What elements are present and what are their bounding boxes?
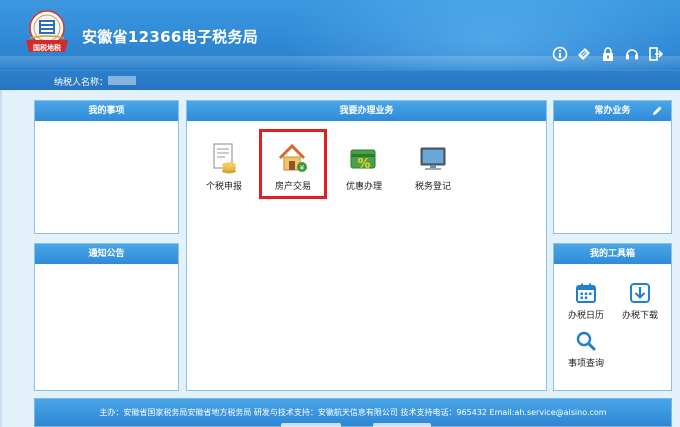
edit-icon[interactable] [651,105,663,117]
left-edge [0,90,3,427]
my-items-panel: 我的事项 [34,100,179,234]
biz-label-tax-registration: 税务登记 [414,182,451,192]
download-icon [630,283,650,303]
info-icon[interactable] [552,46,568,62]
svg-text:%: % [357,157,370,172]
headset-icon[interactable] [624,46,640,62]
footer: 主办：安徽省国家税务局安徽省地方税务局 研发与技术支持：安徽航天信息有限公司 技… [34,398,672,427]
computer-icon [420,147,446,170]
biz-item-preferential[interactable]: % 优惠办理 [333,141,395,192]
calendar-icon [576,283,596,303]
footer-decoration [373,423,431,427]
tool-item-search[interactable]: 事项查询 [556,330,616,369]
frequent-title: 常办业务 [554,101,671,121]
business-panel: 我要办理业务 个税申报 ¥ 房产交易 % 优惠办理 税务登记 [186,100,547,391]
tax-form-icon [213,143,236,174]
biz-label-personal-tax: 个税申报 [205,182,242,192]
tool-item-calendar[interactable]: 办税日历 [556,282,616,321]
taxpayer-name-value [108,76,136,85]
tool-label-calendar: 办税日历 [567,311,604,321]
ticket-icon[interactable] [576,46,592,62]
taxpayer-label: 纳税人名称： [54,78,109,88]
notices-panel: 通知公告 [34,243,179,391]
notices-title: 通知公告 [35,244,178,264]
biz-item-tax-registration[interactable]: 税务登记 [402,141,464,192]
discount-icon: % [350,149,376,172]
emblem-text: 国税地税 [33,44,61,52]
my-items-title: 我的事项 [35,101,178,121]
biz-item-personal-tax[interactable]: 个税申报 [193,141,255,192]
business-title: 我要办理业务 [187,101,546,121]
tool-item-download[interactable]: 办税下载 [610,282,670,321]
footer-decoration [281,423,341,427]
lock-icon[interactable] [600,46,616,62]
search-icon [576,331,596,351]
frequent-title-text: 常办业务 [594,106,631,116]
header: 国税地税 安徽省12366电子税务局 纳税人名称： [0,0,680,90]
taxpayer-bar: 纳税人名称： [0,70,680,90]
footer-text: 主办：安徽省国家税务局安徽省地方税务局 研发与技术支持：安徽航天信息有限公司 技… [99,408,607,417]
toolbox-panel: 我的工具箱 办税日历 办税下载 事项查询 [553,243,672,391]
toolbar-icons [552,46,664,62]
logout-icon[interactable] [648,46,664,62]
toolbox-title: 我的工具箱 [554,244,671,264]
tool-label-search: 事项查询 [567,359,604,369]
selection-highlight [259,129,327,199]
tool-label-download: 办税下载 [621,311,658,321]
biz-label-preferential: 优惠办理 [345,182,382,192]
frequent-panel: 常办业务 [553,100,672,234]
site-title: 安徽省12366电子税务局 [82,28,259,46]
